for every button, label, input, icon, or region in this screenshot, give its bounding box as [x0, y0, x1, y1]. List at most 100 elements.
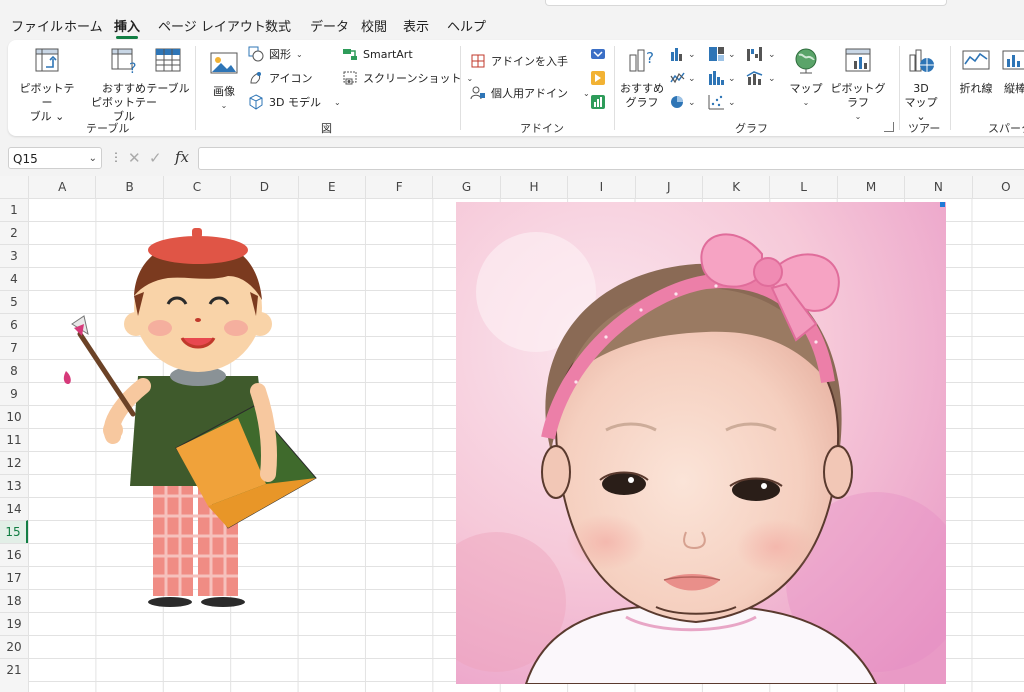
people-graph-addin-icon[interactable] [590, 94, 606, 110]
column-header-e[interactable]: E [297, 176, 365, 198]
search-box-edge[interactable] [545, 0, 947, 6]
name-box-dropdown-icon[interactable]: ⌄ [89, 148, 97, 170]
charts-dialog-launcher-icon[interactable] [884, 122, 894, 132]
shapes-button[interactable]: 図形 ⌄ [248, 45, 303, 63]
tab-view[interactable]: 表示 [403, 16, 429, 35]
row-header-1[interactable]: 1 [0, 198, 28, 221]
column-header-m[interactable]: M [836, 176, 904, 198]
more-options-icon[interactable]: ⋮ [110, 150, 122, 164]
tab-home[interactable]: ホーム [64, 16, 103, 35]
row-header-12[interactable]: 12 [0, 451, 28, 474]
insert-function-icon[interactable]: fx [175, 148, 189, 166]
menu-bar: ファイル ホーム 挿入 ページ レイアウト 数式 データ 校閲 表示 ヘルプ [0, 0, 1024, 40]
get-addins-button[interactable]: アドインを入手 [470, 52, 568, 70]
icons-button[interactable]: アイコン [248, 69, 312, 87]
3d-models-label: 3D モデル [269, 96, 321, 109]
row-header-9[interactable]: 9 [0, 382, 28, 405]
row-header-11[interactable]: 11 [0, 428, 28, 451]
row-header-17[interactable]: 17 [0, 566, 28, 589]
column-header-i[interactable]: I [567, 176, 634, 198]
column-header-c[interactable]: C [162, 176, 230, 198]
row-header-3[interactable]: 3 [0, 244, 28, 267]
tab-review[interactable]: 校閲 [361, 16, 387, 35]
store-icon [471, 54, 485, 68]
enter-icon[interactable]: ✓ [149, 149, 162, 167]
column-header-a[interactable]: A [28, 176, 95, 198]
statistic-chart-icon[interactable]: ⌄ [708, 70, 738, 86]
column-header-k[interactable]: K [702, 176, 769, 198]
pivot-chart-icon [845, 48, 871, 72]
line-chart-icon[interactable]: ⌄ [670, 70, 698, 86]
row-header-7[interactable]: 7 [0, 336, 28, 359]
worksheet-grid: ABCDEFGHIJKLMNO 1 2 3 4 5 6 7 8 9 10 11 12 13 14 15 16 1… [0, 176, 1024, 692]
row-header-10[interactable]: 10 [0, 405, 28, 428]
sparkline-line-button[interactable]: 折れ線 [956, 47, 996, 96]
row-header-13[interactable]: 13 [0, 474, 28, 497]
baby-portrait-image[interactable] [456, 202, 946, 684]
tours-group-label: ツアー [908, 122, 941, 135]
smartart-button[interactable]: SmartArt [342, 45, 413, 63]
table-button[interactable]: テーブル [146, 47, 190, 96]
combo-chart-icon[interactable]: ⌄ [746, 70, 778, 86]
recommended-charts-icon: ? [629, 49, 654, 72]
painter-boy-illustration[interactable] [58, 216, 320, 608]
column-header-l[interactable]: L [769, 176, 836, 198]
svg-text:?: ? [646, 49, 654, 67]
bing-maps-addin-icon[interactable] [590, 70, 606, 86]
row-header-16[interactable]: 16 [0, 543, 28, 566]
svg-text:⌄: ⌄ [728, 74, 736, 84]
column-header-h[interactable]: H [499, 176, 567, 198]
addins-group-label: アドイン [520, 122, 564, 135]
waterfall-chart-icon[interactable]: ⌄ [746, 46, 778, 62]
row-header-19[interactable]: 19 [0, 612, 28, 635]
tab-file[interactable]: ファイル [11, 16, 63, 35]
image-icon [210, 52, 238, 74]
maps-button[interactable]: マップ ⌄ [786, 47, 826, 110]
icons-icon [250, 72, 261, 84]
pie-chart-icon[interactable]: ⌄ [670, 94, 698, 110]
tab-formulas[interactable]: 数式 [265, 16, 291, 35]
selection-handle[interactable] [940, 202, 945, 207]
row-header-8[interactable]: 8 [0, 359, 28, 382]
row-header-15[interactable]: 15 [0, 520, 28, 543]
row-header-14[interactable]: 14 [0, 497, 28, 520]
pivot-table-label-2: ブル ⌄ [29, 110, 65, 123]
formula-input[interactable] [198, 147, 1024, 170]
column-header-n[interactable]: N [904, 176, 971, 198]
column-chart-icon[interactable]: ⌄ [670, 46, 698, 62]
screenshot-dropdown-icon: ⌄ [466, 73, 474, 83]
row-header-18[interactable]: 18 [0, 589, 28, 612]
scatter-chart-icon[interactable]: ⌄ [708, 94, 738, 110]
my-addins-button[interactable]: 個人用アドイン ⌄ [470, 84, 590, 102]
column-header-o[interactable]: O [971, 176, 1024, 198]
sparkline-column-button[interactable]: 縦棒 [1000, 47, 1024, 96]
column-header-d[interactable]: D [230, 176, 297, 198]
visio-addin-icon[interactable] [590, 46, 606, 62]
recommended-charts-button[interactable]: ? おすすめ グラフ [618, 47, 666, 110]
pivot-table-button[interactable]: ピボットテー ブル ⌄ [16, 47, 78, 124]
row-header-21[interactable]: 21 [0, 658, 28, 681]
pivot-chart-button[interactable]: ピボットグラフ ⌄ [826, 47, 890, 124]
tab-data[interactable]: データ [310, 16, 349, 35]
group-separator [950, 46, 951, 130]
row-header-6[interactable]: 6 [0, 313, 28, 336]
cancel-icon[interactable]: ✕ [128, 149, 141, 167]
tab-insert[interactable]: 挿入 [114, 16, 140, 39]
column-headers: ABCDEFGHIJKLMNO [0, 176, 1024, 199]
column-header-j[interactable]: J [634, 176, 702, 198]
column-header-g[interactable]: G [432, 176, 499, 198]
row-header-2[interactable]: 2 [0, 221, 28, 244]
column-header-b[interactable]: B [95, 176, 162, 198]
row-header-20[interactable]: 20 [0, 635, 28, 658]
screenshot-button[interactable]: スクリーンショット ⌄ [342, 69, 473, 87]
row-header-5[interactable]: 5 [0, 290, 28, 313]
name-box[interactable]: Q15 ⌄ [8, 147, 102, 169]
3d-models-button[interactable]: 3D モデル ⌄ [248, 93, 341, 111]
row-header-4[interactable]: 4 [0, 267, 28, 290]
image-button[interactable]: 画像 ⌄ [204, 50, 244, 113]
tab-help[interactable]: ヘルプ [447, 16, 486, 35]
hierarchy-chart-icon[interactable]: ⌄ [708, 46, 738, 62]
column-header-f[interactable]: F [365, 176, 432, 198]
tab-page-layout[interactable]: ページ レイアウト [158, 16, 266, 35]
3d-map-button[interactable]: 3D マップ ⌄ [903, 47, 939, 124]
